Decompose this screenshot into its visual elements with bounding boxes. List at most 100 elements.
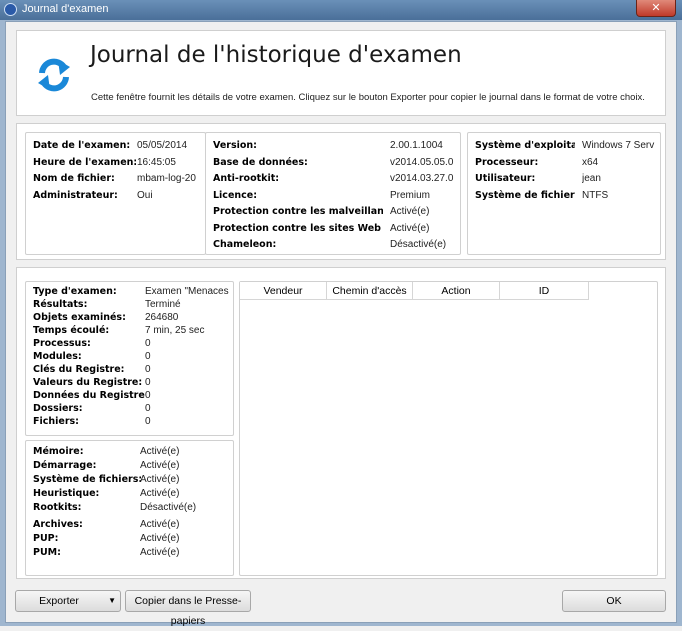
threats-table[interactable]: Vendeur Chemin d'accès Action ID: [239, 281, 658, 576]
scan-result-label: Clés du Registre:: [33, 364, 125, 375]
scan-option-row: PUP: Activé(e): [26, 533, 233, 545]
scan-option-label: Système de fichiers:: [33, 474, 141, 485]
scan-result-value: 0: [145, 377, 151, 388]
scan-result-row: Valeurs du Registre: 0: [26, 377, 233, 389]
system-info-row: Processeur: x64: [468, 157, 660, 169]
version-info-row: Protection contre les sites Web malveill…: [206, 223, 460, 235]
version-info-value: v2014.05.05.0: [390, 156, 454, 168]
system-info-label: Système de fichiers:: [475, 189, 575, 201]
version-info-label: Base de données:: [213, 156, 308, 168]
export-button[interactable]: Exporter ▼: [15, 590, 121, 612]
scan-result-value: 0: [145, 351, 151, 362]
refresh-icon: [38, 58, 70, 92]
column-header-id[interactable]: ID: [500, 282, 589, 300]
scan-info-box: Date de l'examen: 05/05/2014 Heure de l'ex…: [25, 132, 206, 255]
system-info-value: x64: [582, 156, 599, 168]
scan-result-row: Fichiers: 0: [26, 416, 233, 428]
scan-info-label: Heure de l'examen:: [33, 156, 136, 168]
scan-result-row: Processus: 0: [26, 338, 233, 350]
scan-result-row: Objets examinés: 264680: [26, 312, 233, 324]
scan-result-label: Données du Registre:: [33, 390, 145, 401]
scan-result-label: Dossiers:: [33, 403, 83, 414]
scan-option-label: PUM:: [33, 547, 61, 558]
version-info-row: Base de données: v2014.05.05.0: [206, 157, 460, 169]
scan-result-value: 0: [145, 416, 151, 427]
chevron-down-icon: ▼: [108, 596, 116, 605]
column-header-chemin[interactable]: Chemin d'accès: [327, 282, 413, 300]
version-info-label: Anti-rootkit:: [213, 173, 280, 184]
scan-result-row: Dossiers: 0: [26, 403, 233, 415]
scan-result-value: 264680: [145, 312, 179, 323]
system-info-label: Utilisateur:: [475, 173, 536, 184]
scan-info-row: Date de l'examen: 05/05/2014: [26, 140, 205, 152]
page-title: Journal de l'historique d'examen: [90, 42, 462, 68]
version-info-row: Protection contre les malveillants: Activ…: [206, 206, 460, 218]
version-info-box: Version: 2.00.1.1004 Base de données: v2014…: [205, 132, 461, 255]
scan-option-row: Système de fichiers: Activé(e): [26, 474, 233, 486]
scan-option-value: Activé(e): [140, 519, 180, 530]
close-button[interactable]: ✕: [636, 0, 676, 17]
scan-info-label: Administrateur:: [33, 189, 118, 201]
version-info-label: Protection contre les malveillants:: [213, 206, 383, 217]
version-info-value: v2014.03.27.0: [390, 173, 454, 184]
export-button-label: Exporter: [39, 595, 79, 607]
system-info-label: Système d'exploitation:: [475, 140, 575, 151]
page-description: Cette fenêtre fournit les détails de vot…: [91, 92, 645, 103]
scan-info-value: Oui: [137, 189, 153, 201]
scan-result-label: Modules:: [33, 351, 82, 362]
version-info-row: Licence: Premium: [206, 190, 460, 202]
scan-result-label: Temps écoulé:: [33, 325, 110, 336]
info-panel: Date de l'examen: 05/05/2014 Heure de l'ex…: [16, 123, 666, 260]
scan-result-value: 0: [145, 390, 151, 401]
scan-result-value: 0: [145, 338, 151, 349]
scan-result-row: Résultats: Terminé: [26, 299, 233, 311]
scan-result-row: Clés du Registre: 0: [26, 364, 233, 376]
scan-result-label: Objets examinés:: [33, 312, 126, 323]
ok-button[interactable]: OK: [562, 590, 666, 612]
version-info-label: Version:: [213, 140, 257, 151]
scan-option-value: Activé(e): [140, 446, 180, 457]
window-title: Journal d'examen: [22, 3, 109, 15]
scan-info-label: Nom de fichier:: [33, 173, 115, 184]
scan-result-value: 0: [145, 364, 151, 375]
scan-info-value: 16:45:05: [137, 156, 176, 168]
scan-option-label: Rootkits:: [33, 502, 82, 513]
scan-result-value: 0: [145, 403, 151, 414]
window-frame: Journal de l'historique d'examen Cette f…: [0, 20, 682, 627]
scan-result-label: Résultats:: [33, 299, 88, 310]
window-client: Journal de l'historique d'examen Cette f…: [5, 21, 677, 627]
scan-info-label: Date de l'examen:: [33, 140, 131, 151]
version-info-row: Anti-rootkit: v2014.03.27.0: [206, 173, 460, 185]
scan-option-value: Activé(e): [140, 460, 180, 471]
version-info-label: Protection contre les sites Web malveill…: [213, 222, 383, 234]
scan-result-row: Temps écoulé: 7 min, 25 sec: [26, 325, 233, 337]
column-header-vendeur[interactable]: Vendeur: [240, 282, 327, 300]
scan-result-label: Valeurs du Registre:: [33, 377, 143, 388]
scan-result-value: Examen "Menaces": [145, 286, 229, 297]
scan-results-box: Type d'examen: Examen "Menaces" Résultats:…: [25, 281, 234, 436]
version-info-row: Chameleon: Désactivé(e): [206, 239, 460, 251]
version-info-value: Activé(e): [390, 206, 430, 217]
scan-result-label: Type d'examen:: [33, 286, 117, 297]
scan-info-value: 05/05/2014: [137, 140, 188, 151]
title-bar: Journal d'examen ✕: [0, 0, 682, 20]
column-header-action[interactable]: Action: [413, 282, 500, 300]
system-info-row: Système d'exploitation: Windows 7 Serv: [468, 140, 660, 152]
system-info-value: jean: [582, 173, 601, 184]
scan-info-value: mbam-log-20: [137, 173, 196, 184]
scan-result-row: Données du Registre: 0: [26, 390, 233, 402]
scan-option-label: PUP:: [33, 533, 59, 544]
system-info-value: NTFS: [582, 189, 609, 201]
scan-info-row: Nom de fichier: mbam-log-20: [26, 173, 205, 185]
scan-option-value: Activé(e): [140, 488, 180, 499]
scan-option-row: PUM: Activé(e): [26, 547, 233, 559]
header-panel: Journal de l'historique d'examen Cette f…: [16, 30, 666, 116]
scan-option-value: Désactivé(e): [140, 502, 197, 513]
scan-info-row: Heure de l'examen: 16:45:05: [26, 157, 205, 169]
system-info-row: Système de fichiers: NTFS: [468, 190, 660, 202]
copy-clipboard-button[interactable]: Copier dans le Presse-papiers: [125, 590, 251, 627]
system-info-row: Utilisateur: jean: [468, 173, 660, 185]
scan-option-row: Heuristique: Activé(e): [26, 488, 233, 500]
scan-result-row: Type d'examen: Examen "Menaces": [26, 286, 233, 298]
version-info-label: Licence:: [213, 189, 258, 201]
